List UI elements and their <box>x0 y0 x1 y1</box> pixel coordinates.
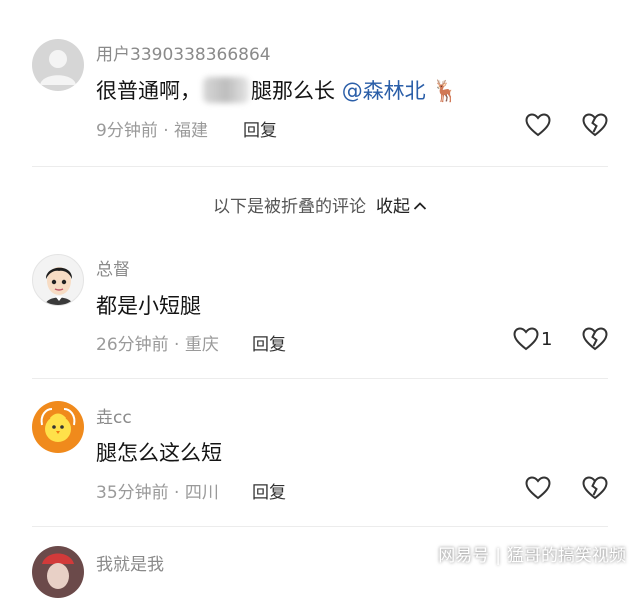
deer-emoji-icon: 🦌 <box>432 79 459 103</box>
chevron-up-icon <box>413 202 427 210</box>
dislike-button[interactable] <box>582 113 608 137</box>
avatar[interactable] <box>32 254 84 306</box>
reply-button[interactable]: 回复 <box>252 330 286 355</box>
heart-icon <box>513 327 539 351</box>
comment-meta: 26分钟前 · 重庆 <box>96 330 219 355</box>
folded-comments-header: 以下是被折叠的评论 收起 <box>0 192 640 217</box>
username[interactable]: 我就是我 <box>96 550 164 575</box>
dislike-button[interactable] <box>582 327 608 351</box>
mention-link[interactable]: @森林北 <box>342 79 426 103</box>
reply-button[interactable]: 回复 <box>252 478 286 503</box>
reply-button[interactable]: 回复 <box>243 116 277 141</box>
meta-separator: · <box>168 335 185 355</box>
like-count: 1 <box>541 328 553 350</box>
like-button[interactable] <box>525 113 553 137</box>
comment-text-part: 很普通啊， <box>96 79 201 103</box>
watermark-author: 猛哥的搞笑视频 <box>507 546 626 566</box>
meta-separator: · <box>157 121 175 141</box>
username[interactable]: 用户3390338366864 <box>96 40 271 65</box>
comment-time: 9分钟前 <box>96 121 158 141</box>
avatar[interactable] <box>32 39 84 91</box>
comment-text-part: 腿那么长 <box>251 79 335 103</box>
comment-text: 很普通啊， 腿那么长 @森林北 🦌 <box>96 75 459 105</box>
broken-heart-icon <box>582 476 608 500</box>
default-avatar-icon <box>40 50 76 85</box>
meta-separator: · <box>168 483 185 503</box>
heart-icon <box>525 113 551 137</box>
comment-location: 福建 <box>174 121 209 141</box>
comment-location: 四川 <box>184 483 219 503</box>
cartoon-boy-avatar-icon <box>45 267 73 305</box>
collapse-label: 收起 <box>376 197 410 217</box>
divider <box>32 526 608 527</box>
comment-meta: 9分钟前 · 福建 <box>96 116 208 141</box>
dislike-button[interactable] <box>582 476 608 500</box>
watermark: 网易号 | 猛哥的搞笑视频 <box>438 541 626 566</box>
divider <box>32 378 608 379</box>
blurred-text <box>203 77 249 103</box>
watermark-separator: | <box>495 546 501 566</box>
collapse-button[interactable]: 收起 <box>376 197 427 217</box>
broken-heart-icon <box>582 327 608 351</box>
watermark-source: 网易号 <box>438 546 490 566</box>
comment-time: 26分钟前 <box>96 335 169 355</box>
divider <box>32 166 608 167</box>
username[interactable]: 垚cc <box>96 403 132 428</box>
avatar[interactable] <box>32 546 84 598</box>
username[interactable]: 总督 <box>96 255 130 280</box>
avatar[interactable] <box>32 401 84 453</box>
comment-meta: 35分钟前 · 四川 <box>96 478 219 503</box>
comment-location: 重庆 <box>184 335 219 355</box>
comment-text: 都是小短腿 <box>96 294 201 318</box>
like-button[interactable] <box>525 476 553 500</box>
like-button[interactable]: 1 <box>513 327 552 351</box>
cartoon-chick-avatar-icon <box>40 408 76 442</box>
heart-icon <box>525 476 551 500</box>
comment-text: 腿怎么这么短 <box>96 441 222 465</box>
folded-comments-label: 以下是被折叠的评论 <box>213 197 366 217</box>
photo-avatar-icon <box>42 553 74 589</box>
comment-time: 35分钟前 <box>96 483 169 503</box>
broken-heart-icon <box>582 113 608 137</box>
